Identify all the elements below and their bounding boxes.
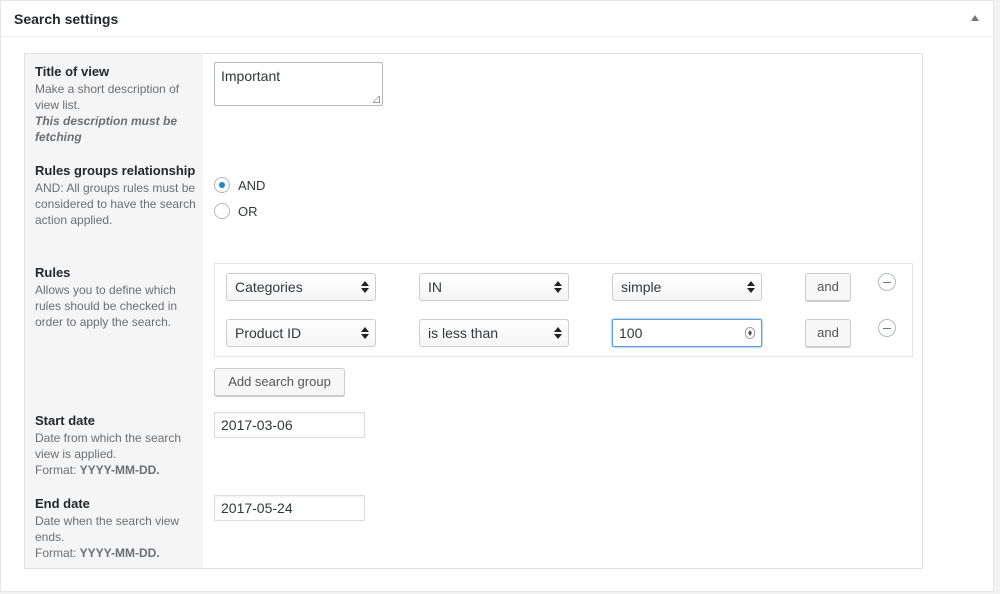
radio-and-control[interactable]	[214, 177, 230, 193]
title-of-view-description: Make a short description of view list.	[35, 82, 180, 112]
rule-value-number-input[interactable]: 100	[612, 319, 762, 347]
rule-operator-select[interactable]: IN	[419, 273, 569, 301]
end-date-label-block: End date Date when the search view ends.…	[35, 495, 197, 561]
resize-handle-icon[interactable]	[373, 96, 380, 103]
radio-and[interactable]: AND	[214, 176, 265, 194]
start-date-label-block: Start date Date from which the search vi…	[35, 412, 197, 478]
select-arrows-icon	[361, 327, 369, 339]
rule-field-select[interactable]: Categories	[226, 273, 376, 301]
start-date-label: Start date	[35, 413, 95, 428]
title-of-view-value: Important	[221, 68, 281, 84]
start-date-description: Date from which the search view is appli…	[35, 431, 182, 461]
end-date-description: Date when the search view ends.	[35, 514, 180, 544]
start-date-format: Format: YYYY-MM-DD.	[35, 462, 197, 478]
remove-rule-minus-icon[interactable]	[878, 273, 896, 291]
radio-or-control[interactable]	[214, 203, 230, 219]
relationship-label-block: Rules groups relationship AND: All group…	[35, 162, 197, 228]
select-arrows-icon	[361, 281, 369, 293]
rules-label-block: Rules Allows you to define which rules s…	[35, 264, 197, 330]
select-arrows-icon	[554, 327, 562, 339]
select-arrows-icon	[747, 281, 755, 293]
title-of-view-textarea[interactable]: Important	[214, 62, 383, 106]
radio-or-label: OR	[238, 203, 258, 219]
relationship-label: Rules groups relationship	[35, 163, 196, 178]
title-of-view-label: Title of view	[35, 64, 110, 79]
collapse-triangle-icon[interactable]	[971, 15, 979, 21]
rules-description: Allows you to define which rules should …	[35, 283, 178, 329]
title-of-view-label-block: Title of view Make a short description o…	[35, 63, 197, 145]
rule-field-select[interactable]: Product ID	[226, 319, 376, 347]
panel-header[interactable]: Search settings	[1, 1, 993, 37]
end-date-format-value: YYYY-MM-DD.	[79, 546, 160, 560]
label-column: Title of view Make a short description o…	[25, 54, 203, 568]
rules-label: Rules	[35, 265, 71, 280]
add-search-group-button[interactable]: Add search group	[214, 368, 345, 396]
remove-rule-minus-icon[interactable]	[878, 319, 896, 337]
end-date-format: Format: YYYY-MM-DD.	[35, 545, 197, 561]
rule-and-button[interactable]: and	[805, 319, 851, 347]
rule-value-select[interactable]: simple	[612, 273, 762, 301]
rule-operator-value: IN	[428, 279, 442, 295]
rule-value-value: simple	[621, 279, 662, 295]
end-date-input[interactable]: 2017-05-24	[214, 495, 365, 521]
start-date-input[interactable]: 2017-03-06	[214, 412, 365, 438]
rule-field-value: Product ID	[235, 325, 302, 341]
end-date-label: End date	[35, 496, 90, 511]
rule-value-number: 100	[619, 325, 643, 341]
end-date-format-prefix: Format:	[35, 546, 80, 560]
relationship-description: AND: All groups rules must be considered…	[35, 181, 196, 227]
select-arrows-icon	[554, 281, 562, 293]
search-settings-panel: Search settings Title of view Make a sho…	[0, 0, 994, 592]
title-of-view-note: This description must be fetching	[35, 114, 178, 144]
rule-operator-value: is less than	[428, 325, 499, 341]
rules-group: Categories IN simple and Product ID is l…	[214, 263, 913, 357]
panel-title: Search settings	[14, 11, 119, 27]
start-date-format-prefix: Format:	[35, 463, 80, 477]
radio-and-label: AND	[238, 177, 266, 193]
number-spinner-icon[interactable]	[745, 327, 755, 339]
rule-and-button[interactable]: and	[805, 273, 851, 301]
start-date-format-value: YYYY-MM-DD.	[79, 463, 160, 477]
rule-operator-select[interactable]: is less than	[419, 319, 569, 347]
rule-field-value: Categories	[235, 279, 303, 295]
radio-or[interactable]: OR	[214, 202, 258, 220]
settings-form-table: Title of view Make a short description o…	[24, 53, 923, 569]
